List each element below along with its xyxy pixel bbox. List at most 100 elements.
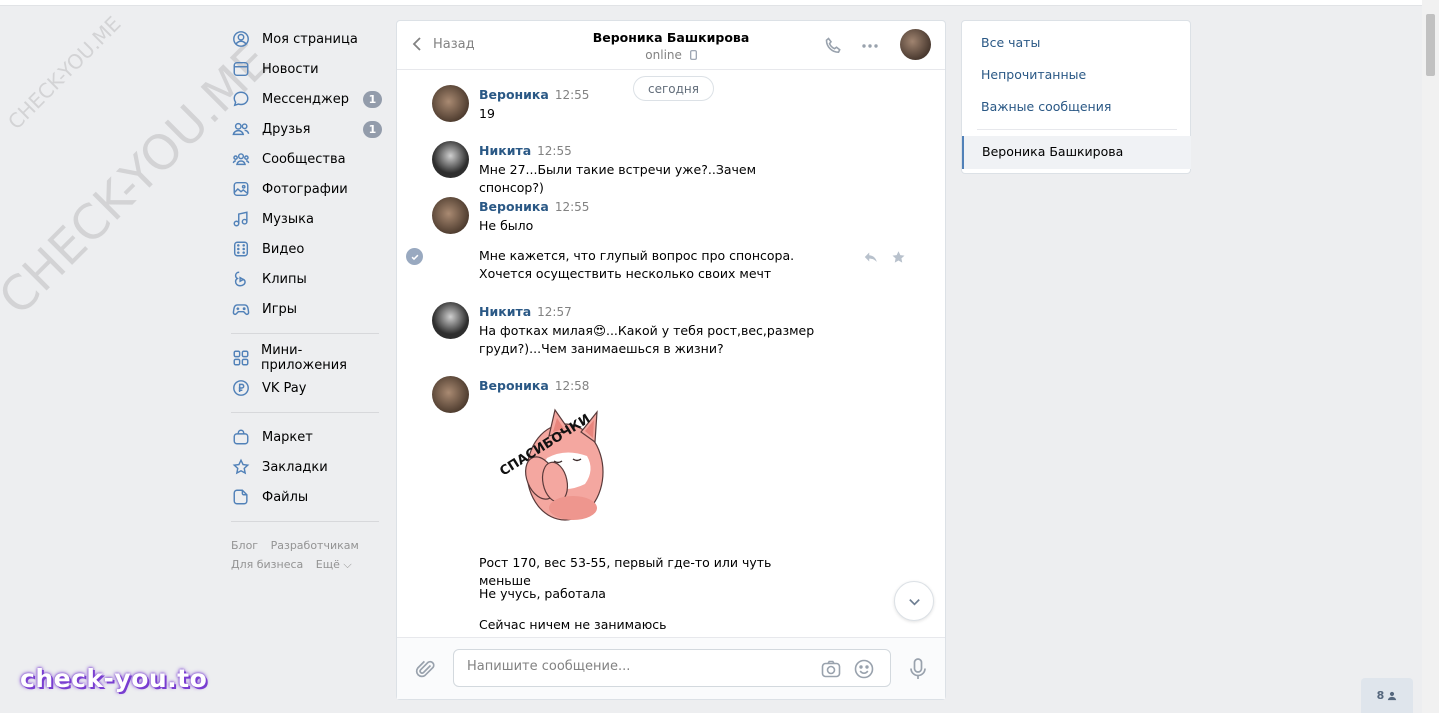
scrollbar-thumb[interactable] [1426,14,1435,76]
message-author[interactable]: Вероника 12:55 [479,87,589,102]
nav-item-video[interactable]: Видео [230,234,382,264]
attach-button[interactable] [415,658,437,680]
reply-button[interactable] [862,248,880,266]
nav-label: Закладки [262,459,328,475]
chevron-down-icon [908,598,920,606]
sticker-image[interactable]: СПАСИБОЧКИ [483,400,615,528]
news-icon [231,59,251,79]
nav-label: Друзья [262,121,311,137]
peer-avatar[interactable] [900,29,931,60]
photo-icon [231,179,251,199]
smile-icon [854,659,874,679]
filter-unread[interactable]: Непрочитанные [981,67,1086,82]
chat-header: Назад Вероника Башкирова online [397,21,945,70]
left-nav: Моя страница Новости Мессенджер 1 Друзья… [230,24,382,574]
footer-link-blog[interactable]: Блог [231,539,258,552]
message-time: 12:55 [537,144,572,158]
footer-links: Блог Разработчикам Для бизнеса Ещё ⌵ [230,536,382,574]
message-input-box[interactable] [453,649,891,687]
author-name: Вероника [479,199,549,214]
avatar[interactable] [432,302,469,339]
message-text: На фотках милая😍...Какой у тебя рост,вес… [479,323,815,356]
call-button[interactable] [822,35,844,57]
nav-item-my-page[interactable]: Моя страница [230,24,382,54]
message-author[interactable]: Вероника 12:58 [479,378,589,393]
voice-message-button[interactable] [907,657,929,681]
message-author[interactable]: Никита 12:57 [479,304,572,319]
favorite-button[interactable] [889,248,907,266]
person-icon [1388,691,1397,700]
message-composer [397,637,945,699]
more-dots-icon [862,44,878,48]
nav-item-vk-pay[interactable]: VK Pay [230,373,382,403]
nav-label: VK Pay [262,380,307,396]
watermark-small: CHECK-YOU.ME [3,11,126,135]
phone-icon [825,37,841,54]
clips-icon [231,269,251,289]
online-count: 8 [1376,689,1385,702]
nav-label: Мессенджер [262,91,349,107]
scroll-to-bottom-button[interactable] [894,581,934,621]
nav-item-games[interactable]: Игры [230,294,382,324]
avatar[interactable] [432,376,469,413]
author-name: Вероника [479,378,549,393]
nav-divider [231,521,379,522]
more-button[interactable] [859,35,881,57]
nav-item-clips[interactable]: Клипы [230,264,382,294]
active-chat-item[interactable]: Вероника Башкирова [962,136,1191,169]
nav-item-bookmarks[interactable]: Закладки [230,452,382,482]
selected-check-icon[interactable] [406,248,423,265]
gamepad-icon [231,299,251,319]
nav-item-files[interactable]: Файлы [230,482,382,512]
camera-icon [821,660,841,678]
author-name: Вероника [479,87,549,102]
bookmark-icon [231,457,251,477]
author-name: Никита [479,143,532,158]
active-chat-name: Вероника Башкирова [982,144,1124,159]
filter-all-chats[interactable]: Все чаты [981,35,1040,50]
message-text: Сейчас ничем не занимаюсь [479,617,667,632]
apps-icon [231,348,250,368]
message-input[interactable] [467,659,807,674]
message-author[interactable]: Никита 12:55 [479,143,572,158]
mobile-icon [689,50,697,60]
nav-item-mini-apps[interactable]: Мини-приложения [230,343,382,373]
date-divider: сегодня [633,76,714,101]
nav-item-messenger[interactable]: Мессенджер 1 [230,84,382,114]
avatar[interactable] [432,141,469,178]
page-scrollbar[interactable] [1422,0,1439,713]
nav-label: Мини-приложения [261,343,347,373]
nav-label: Клипы [262,271,307,287]
nav-label: Музыка [262,211,314,227]
microphone-icon [910,658,926,679]
chat-filter-panel: Все чаты Непрочитанные Важные сообщения … [961,20,1191,174]
nav-item-communities[interactable]: Сообщества [230,144,382,174]
footer-link-developers[interactable]: Разработчикам [271,539,359,552]
avatar[interactable] [432,197,469,234]
message-author[interactable]: Вероника 12:55 [479,199,589,214]
market-icon [231,427,251,447]
nav-label: Файлы [262,489,309,505]
nav-item-news[interactable]: Новости [230,54,382,84]
online-friends-button[interactable]: 8 [1361,678,1413,713]
nav-item-market[interactable]: Маркет [230,422,382,452]
message-text: 19 [479,106,495,121]
nav-item-music[interactable]: Музыка [230,204,382,234]
message-text: Мне кажется, что глупый вопрос про спонс… [479,248,795,281]
filter-important[interactable]: Важные сообщения [981,99,1111,114]
nav-label: Игры [262,301,298,317]
camera-button[interactable] [820,658,842,680]
panel-divider [977,129,1177,130]
emoji-button[interactable] [853,658,875,680]
footer-link-business[interactable]: Для бизнеса [231,558,303,571]
footer-link-more[interactable]: Ещё ⌵ [316,558,352,571]
nav-label: Видео [262,241,305,257]
message-text: Не учусь, работала [479,586,606,601]
brand-watermark: check-you.to [20,664,208,693]
message-text: Не было [479,218,534,233]
nav-item-photos[interactable]: Фотографии [230,174,382,204]
avatar[interactable] [432,85,469,122]
message-time: 12:55 [554,200,590,214]
paperclip-icon [415,660,435,678]
nav-item-friends[interactable]: Друзья 1 [230,114,382,144]
